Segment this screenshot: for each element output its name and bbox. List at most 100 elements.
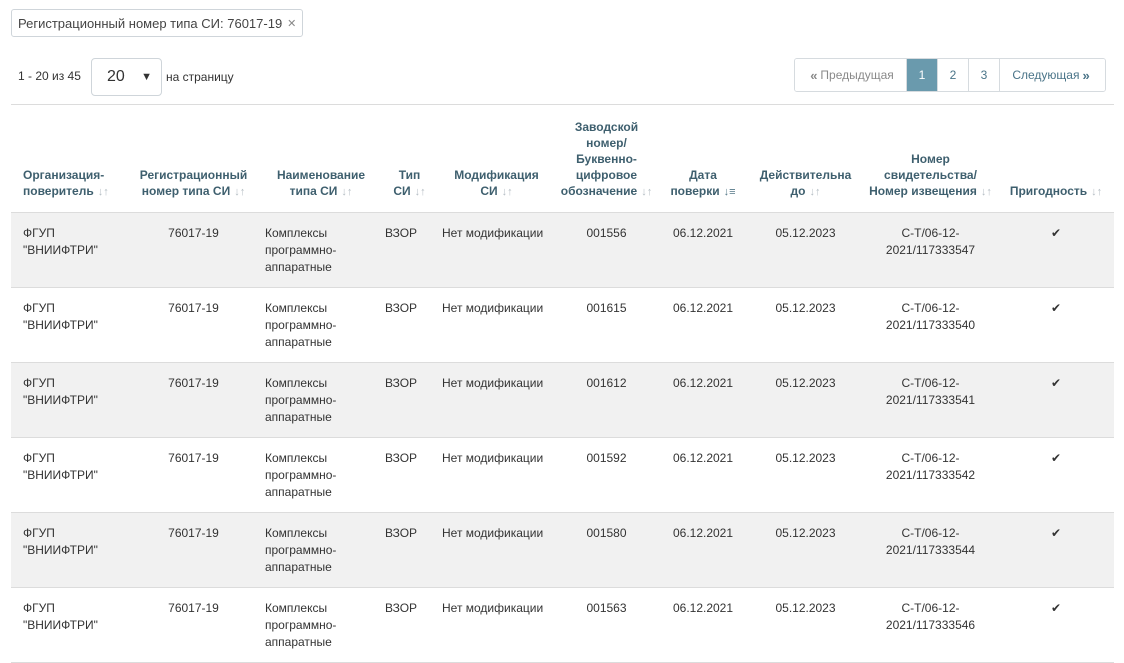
check-icon: ✔ xyxy=(998,287,1114,363)
cell-org: ФГУП "ВНИИФТРИ" xyxy=(11,437,126,513)
cell-type: ВЗОР xyxy=(381,362,438,438)
check-icon: ✔ xyxy=(998,362,1114,438)
cell-reg: 76017-19 xyxy=(126,212,261,288)
cell-cert: С-Т/06-12-2021/117333547 xyxy=(863,212,998,288)
per-page-label: на страницу xyxy=(166,70,234,84)
table-row[interactable]: ФГУП "ВНИИФТРИ" 76017-19 Комплексы програм… xyxy=(11,512,1114,588)
cell-valid: 05.12.2023 xyxy=(748,212,863,288)
col-org[interactable]: Организация-поверитель ↓↑ xyxy=(11,105,126,213)
table-row[interactable]: ФГУП "ВНИИФТРИ" 76017-19 Комплексы програм… xyxy=(11,437,1114,513)
col-reg[interactable]: Регистрационный номер типа СИ ↓↑ xyxy=(126,105,261,213)
check-icon: ✔ xyxy=(998,437,1114,513)
table-header-row: Организация-поверитель ↓↑ Регистрационный… xyxy=(11,105,1114,213)
verification-table: Организация-поверитель ↓↑ Регистрационный… xyxy=(11,105,1114,663)
cell-cert: С-Т/06-12-2021/117333544 xyxy=(863,512,998,588)
results-range: 1 - 20 из 45 xyxy=(18,69,81,83)
cell-reg: 76017-19 xyxy=(126,512,261,588)
sort-icon[interactable]: ↓↑ xyxy=(341,186,352,198)
table-row[interactable]: ФГУП "ВНИИФТРИ" 76017-19 Комплексы програм… xyxy=(11,212,1114,288)
cell-cert: С-Т/06-12-2021/117333541 xyxy=(863,362,998,438)
sort-icon[interactable]: ↓↑ xyxy=(809,186,820,198)
cell-cert: С-Т/06-12-2021/117333546 xyxy=(863,587,998,663)
next-page-button[interactable]: Следующая » xyxy=(1000,59,1105,91)
cell-name: Комплексы программно-аппаратные xyxy=(261,512,381,588)
cell-org: ФГУП "ВНИИФТРИ" xyxy=(11,212,126,288)
chevron-down-icon: ▼ xyxy=(141,71,152,83)
cell-type: ВЗОР xyxy=(381,287,438,363)
page-button-3[interactable]: 3 xyxy=(969,59,1000,91)
cell-date: 06.12.2021 xyxy=(658,287,748,363)
sort-icon[interactable]: ↓↑ xyxy=(415,186,426,198)
cell-serial: 001580 xyxy=(555,512,658,588)
cell-date: 06.12.2021 xyxy=(658,587,748,663)
sort-icon[interactable]: ↓↑ xyxy=(641,186,652,198)
filter-chip: Регистрационный номер типа СИ: 76017-19 … xyxy=(11,9,304,37)
cell-org: ФГУП "ВНИИФТРИ" xyxy=(11,362,126,438)
col-serial[interactable]: Заводской номер/ Буквенно-цифровое обозн… xyxy=(555,105,658,213)
cell-mod: Нет модификации xyxy=(438,287,555,363)
col-cert[interactable]: Номер свидетельства/ Номер извещения ↓↑ xyxy=(863,105,998,213)
col-fit[interactable]: Пригодность ↓↑ xyxy=(998,105,1114,213)
cell-serial: 001563 xyxy=(555,587,658,663)
table-row[interactable]: ФГУП "ВНИИФТРИ" 76017-19 Комплексы програм… xyxy=(11,587,1114,663)
table-row[interactable]: ФГУП "ВНИИФТРИ" 76017-19 Комплексы програм… xyxy=(11,362,1114,438)
cell-serial: 001612 xyxy=(555,362,658,438)
cell-reg: 76017-19 xyxy=(126,587,261,663)
sort-icon[interactable]: ↓↑ xyxy=(502,186,513,198)
col-date[interactable]: Дата поверки ↓≡ xyxy=(658,105,748,213)
cell-name: Комплексы программно-аппаратные xyxy=(261,587,381,663)
cell-serial: 001592 xyxy=(555,437,658,513)
cell-name: Комплексы программно-аппаратные xyxy=(261,212,381,288)
cell-valid: 05.12.2023 xyxy=(748,587,863,663)
cell-type: ВЗОР xyxy=(381,437,438,513)
col-name[interactable]: Наименование типа СИ ↓↑ xyxy=(261,105,381,213)
table-row[interactable]: ФГУП "ВНИИФТРИ" 76017-19 Комплексы програм… xyxy=(11,287,1114,363)
cell-valid: 05.12.2023 xyxy=(748,512,863,588)
filter-chip-label: Регистрационный номер типа СИ: 76017-19 xyxy=(18,15,283,31)
next-page-label: Следующая xyxy=(1012,68,1080,82)
cell-cert: С-Т/06-12-2021/117333540 xyxy=(863,287,998,363)
cell-type: ВЗОР xyxy=(381,512,438,588)
cell-org: ФГУП "ВНИИФТРИ" xyxy=(11,287,126,363)
cell-type: ВЗОР xyxy=(381,587,438,663)
cell-date: 06.12.2021 xyxy=(658,437,748,513)
cell-type: ВЗОР xyxy=(381,212,438,288)
cell-mod: Нет модификации xyxy=(438,437,555,513)
check-icon: ✔ xyxy=(998,512,1114,588)
cell-date: 06.12.2021 xyxy=(658,362,748,438)
cell-name: Комплексы программно-аппаратные xyxy=(261,437,381,513)
cell-date: 06.12.2021 xyxy=(658,512,748,588)
per-page-value: 20 xyxy=(107,68,125,85)
page-button-2[interactable]: 2 xyxy=(938,59,969,91)
cell-reg: 76017-19 xyxy=(126,287,261,363)
cell-mod: Нет модификации xyxy=(438,212,555,288)
sort-icon[interactable]: ↓↑ xyxy=(1091,186,1102,198)
check-icon: ✔ xyxy=(998,212,1114,288)
prev-page-button[interactable]: « Предыдущая xyxy=(795,59,907,91)
double-chevron-right-icon: » xyxy=(1082,67,1090,83)
page-button-1[interactable]: 1 xyxy=(907,59,938,91)
col-mod[interactable]: Модификация СИ ↓↑ xyxy=(438,105,555,213)
sort-icon[interactable]: ↓↑ xyxy=(98,186,109,198)
per-page-select[interactable]: 20 ▼ xyxy=(91,58,162,96)
cell-name: Комплексы программно-аппаратные xyxy=(261,362,381,438)
col-type[interactable]: Тип СИ ↓↑ xyxy=(381,105,438,213)
cell-valid: 05.12.2023 xyxy=(748,287,863,363)
double-chevron-left-icon: « xyxy=(810,67,818,83)
cell-serial: 001615 xyxy=(555,287,658,363)
cell-cert: С-Т/06-12-2021/117333542 xyxy=(863,437,998,513)
col-valid[interactable]: Действительна до ↓↑ xyxy=(748,105,863,213)
prev-page-label: Предыдущая xyxy=(820,68,894,82)
sort-desc-icon[interactable]: ↓≡ xyxy=(724,186,736,198)
cell-reg: 76017-19 xyxy=(126,362,261,438)
cell-date: 06.12.2021 xyxy=(658,212,748,288)
cell-serial: 001556 xyxy=(555,212,658,288)
close-icon[interactable]: ✕ xyxy=(287,17,296,30)
sort-icon[interactable]: ↓↑ xyxy=(234,186,245,198)
cell-mod: Нет модификации xyxy=(438,587,555,663)
sort-icon[interactable]: ↓↑ xyxy=(981,186,992,198)
cell-name: Комплексы программно-аппаратные xyxy=(261,287,381,363)
cell-org: ФГУП "ВНИИФТРИ" xyxy=(11,512,126,588)
cell-org: ФГУП "ВНИИФТРИ" xyxy=(11,587,126,663)
cell-mod: Нет модификации xyxy=(438,512,555,588)
